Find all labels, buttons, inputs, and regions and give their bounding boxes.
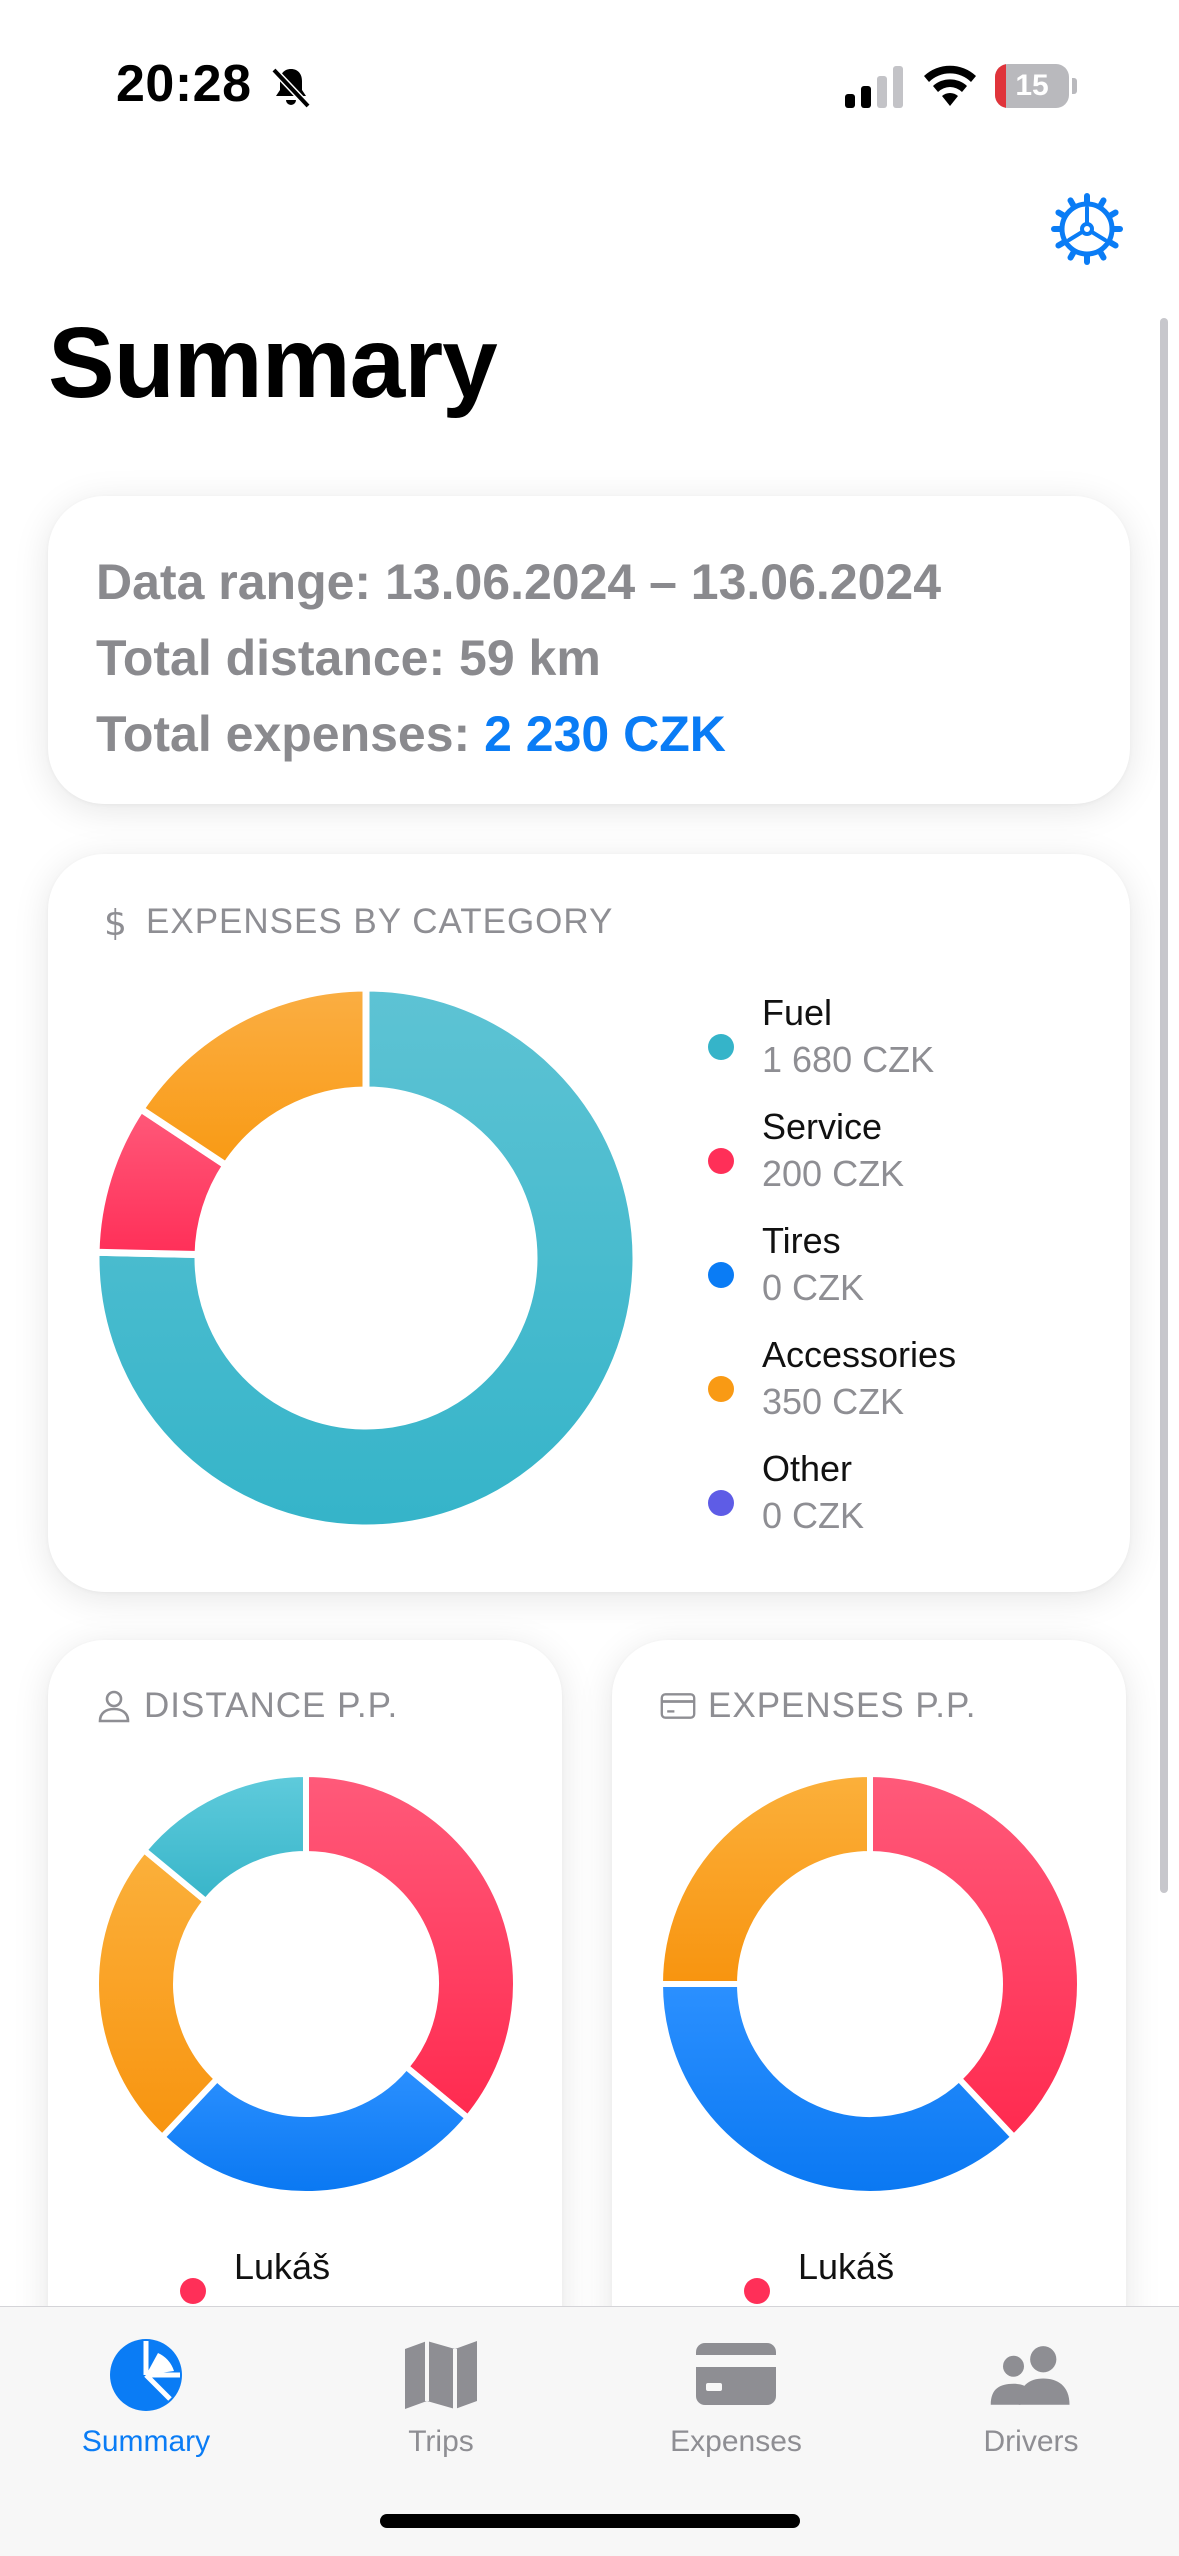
tab-label: Expenses [670,2425,802,2458]
total-expenses-value: 2 230 CZK [484,706,726,762]
legend-color-dot [708,1376,734,1402]
settings-gear-icon[interactable] [1050,192,1124,266]
legend-value: 200 CZK [762,1153,905,1194]
category-donut-chart [92,984,640,1532]
legend-color-dot [744,2278,770,2304]
legend-color-dot [708,1262,734,1288]
scroll-indicator[interactable] [1160,318,1168,1893]
legend-value: 350 CZK [762,1381,905,1422]
tab-label: Drivers [983,2425,1079,2458]
summary-card: Data range: 13.06.2024 – 13.06.2024 Tota… [48,496,1130,804]
tab-drivers[interactable]: Drivers [921,2327,1141,2477]
expenses-by-category-card[interactable]: $ EXPENSES BY CATEGORY Fuel 1 680 CZK Serv… [48,854,1130,1592]
legend-label: Service [762,1106,883,1147]
donut-segment [657,1771,873,1987]
legend-color-dot [180,2278,206,2304]
category-card-title: EXPENSES BY CATEGORY [146,902,614,941]
wifi-icon [924,65,976,106]
donut-segment [657,1981,1017,2197]
status-time: 20:28 [116,55,252,113]
legend-label: Lukáš [234,2246,331,2287]
credit-card-icon [660,1693,696,1719]
legend-item-accessories: Accessories 350 CZK [708,1332,1108,1446]
page-title: Summary [48,307,498,419]
battery-level: 15 [1015,69,1049,102]
total-expenses-label: Total expenses: [96,706,485,762]
legend-color-dot [708,1148,734,1174]
tab-expenses[interactable]: Expenses [626,2327,846,2477]
distance-donut-chart [93,1771,519,2197]
map-icon [405,2341,477,2409]
category-card-header: $ EXPENSES BY CATEGORY [98,902,613,942]
expenses-donut-chart [657,1771,1083,2197]
legend-value: 1 680 CZK [762,1039,935,1080]
legend-color-dot [708,1034,734,1060]
tab-trips[interactable]: Trips [331,2327,551,2477]
legend-color-dot [708,1490,734,1516]
legend-label: Accessories [762,1334,957,1375]
expenses-card-header: EXPENSES P.P. [660,1686,977,1726]
distance-card-header: DISTANCE P.P. [96,1686,398,1726]
legend-item-service: Service 200 CZK [708,1104,1108,1218]
legend-item-other: Other 0 CZK [708,1446,1108,1560]
donut-segment [867,1771,1083,2141]
expenses-card-title: EXPENSES P.P. [708,1686,977,1725]
category-legend: Fuel 1 680 CZK Service 200 CZK Tires 0 CZK Acc… [708,990,1108,1560]
total-expenses-row: Total expenses: 2 230 CZK [96,696,1082,772]
legend-value: 0 CZK [762,1495,865,1536]
legend-label: Lukáš [798,2246,895,2287]
legend-item-fuel: Fuel 1 680 CZK [708,990,1108,1104]
chart-pie-icon [110,2339,182,2411]
tab-label: Summary [81,2425,211,2458]
total-distance-text: Total distance: 59 km [96,630,601,686]
cellular-signal-icon [845,66,903,108]
dollar-sign-icon: $ [104,904,128,940]
legend-value: 0 CZK [762,1267,865,1308]
person-icon [98,1690,130,1723]
people-icon [990,2346,1070,2405]
status-bar: 20:28 15 [0,0,1179,170]
legend-label: Tires [762,1220,841,1261]
tab-label: Trips [408,2425,474,2458]
bell-slash-icon [271,67,311,109]
home-indicator[interactable] [380,2514,800,2528]
donut-segment [303,1771,519,2121]
legend-label: Fuel [762,992,833,1033]
data-range-text: Data range: 13.06.2024 – 13.06.2024 [96,554,942,610]
legend-item-tires: Tires 0 CZK [708,1218,1108,1332]
battery-indicator: 15 [995,64,1077,108]
legend-label: Other [762,1448,853,1489]
tab-summary[interactable]: Summary [36,2327,256,2477]
distance-card-title: DISTANCE P.P. [144,1686,399,1725]
svg-text:$: $ [104,904,128,940]
credit-card-icon [696,2343,776,2405]
